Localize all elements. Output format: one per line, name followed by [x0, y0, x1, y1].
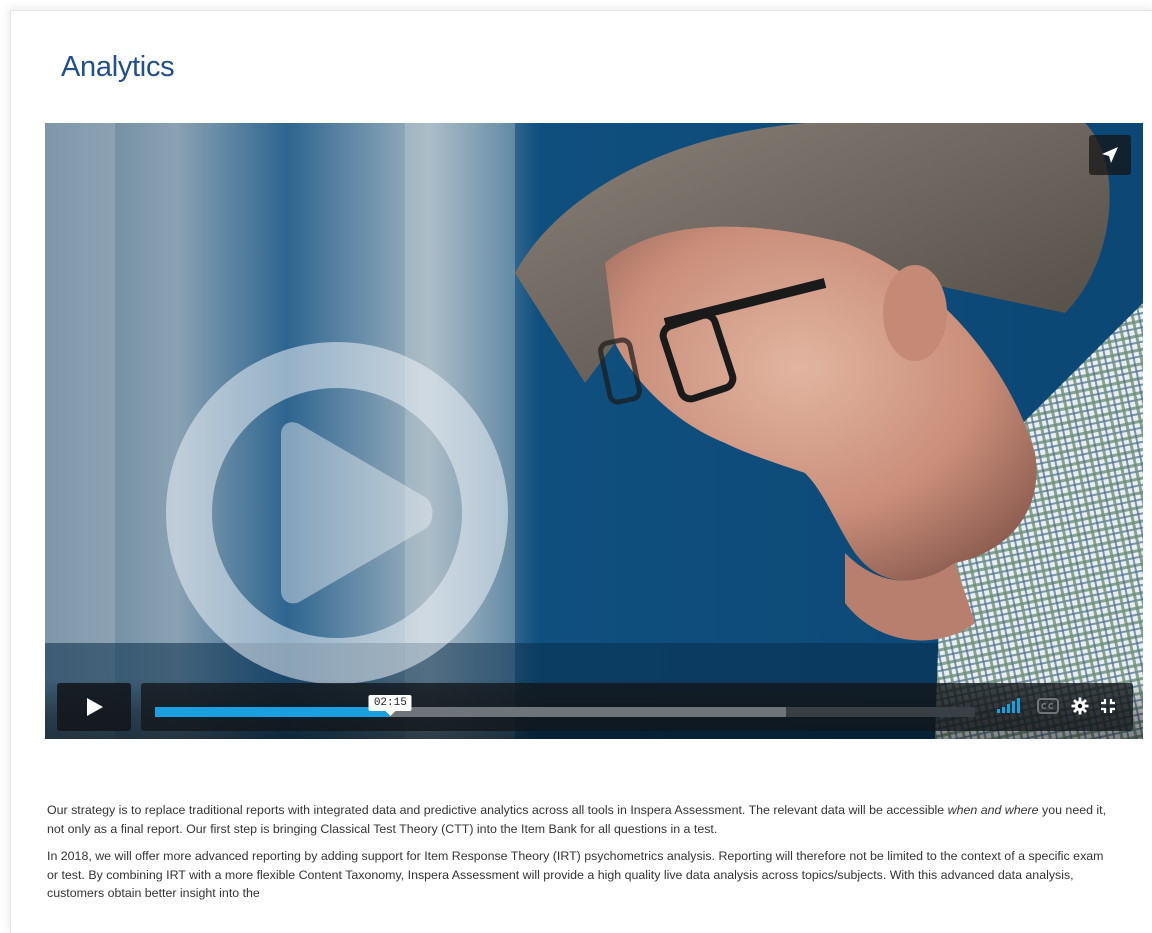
big-play-button[interactable] [163, 339, 511, 687]
page-frame: Analytics 02:15 Our strategy is to repla… [10, 10, 1152, 933]
article-body: Our strategy is to replace traditional r… [47, 801, 1115, 912]
play-icon [87, 698, 103, 716]
page-title: Analytics [61, 51, 175, 83]
volume-button[interactable] [997, 697, 1023, 718]
paragraph-strategy: Our strategy is to replace traditional r… [47, 801, 1115, 838]
fullscreen-button[interactable] [1099, 697, 1117, 720]
fullscreen-icon [1101, 699, 1115, 713]
video-player[interactable]: 02:15 [45, 123, 1143, 739]
play-circle-icon [166, 342, 508, 684]
play-button[interactable] [57, 683, 131, 731]
progress-played [155, 707, 391, 717]
current-time-tooltip: 02:15 [368, 695, 412, 716]
progress-track[interactable]: 02:15 [155, 695, 975, 717]
control-bar: 02:15 [141, 683, 1133, 731]
emphasis-text: when and where [947, 803, 1039, 817]
settings-button[interactable] [1071, 697, 1089, 720]
paragraph-irt: In 2018, we will offer more advanced rep… [47, 849, 1104, 900]
paragraph-text: Our strategy is to replace traditional r… [47, 803, 948, 817]
gear-icon [1071, 697, 1089, 715]
share-button[interactable] [1089, 135, 1131, 175]
closed-captions-icon [1037, 698, 1059, 714]
video-controls: 02:15 [45, 679, 1143, 739]
volume-bars-icon [997, 698, 1020, 713]
captions-button[interactable] [1037, 698, 1059, 719]
paper-plane-icon [1102, 147, 1118, 163]
